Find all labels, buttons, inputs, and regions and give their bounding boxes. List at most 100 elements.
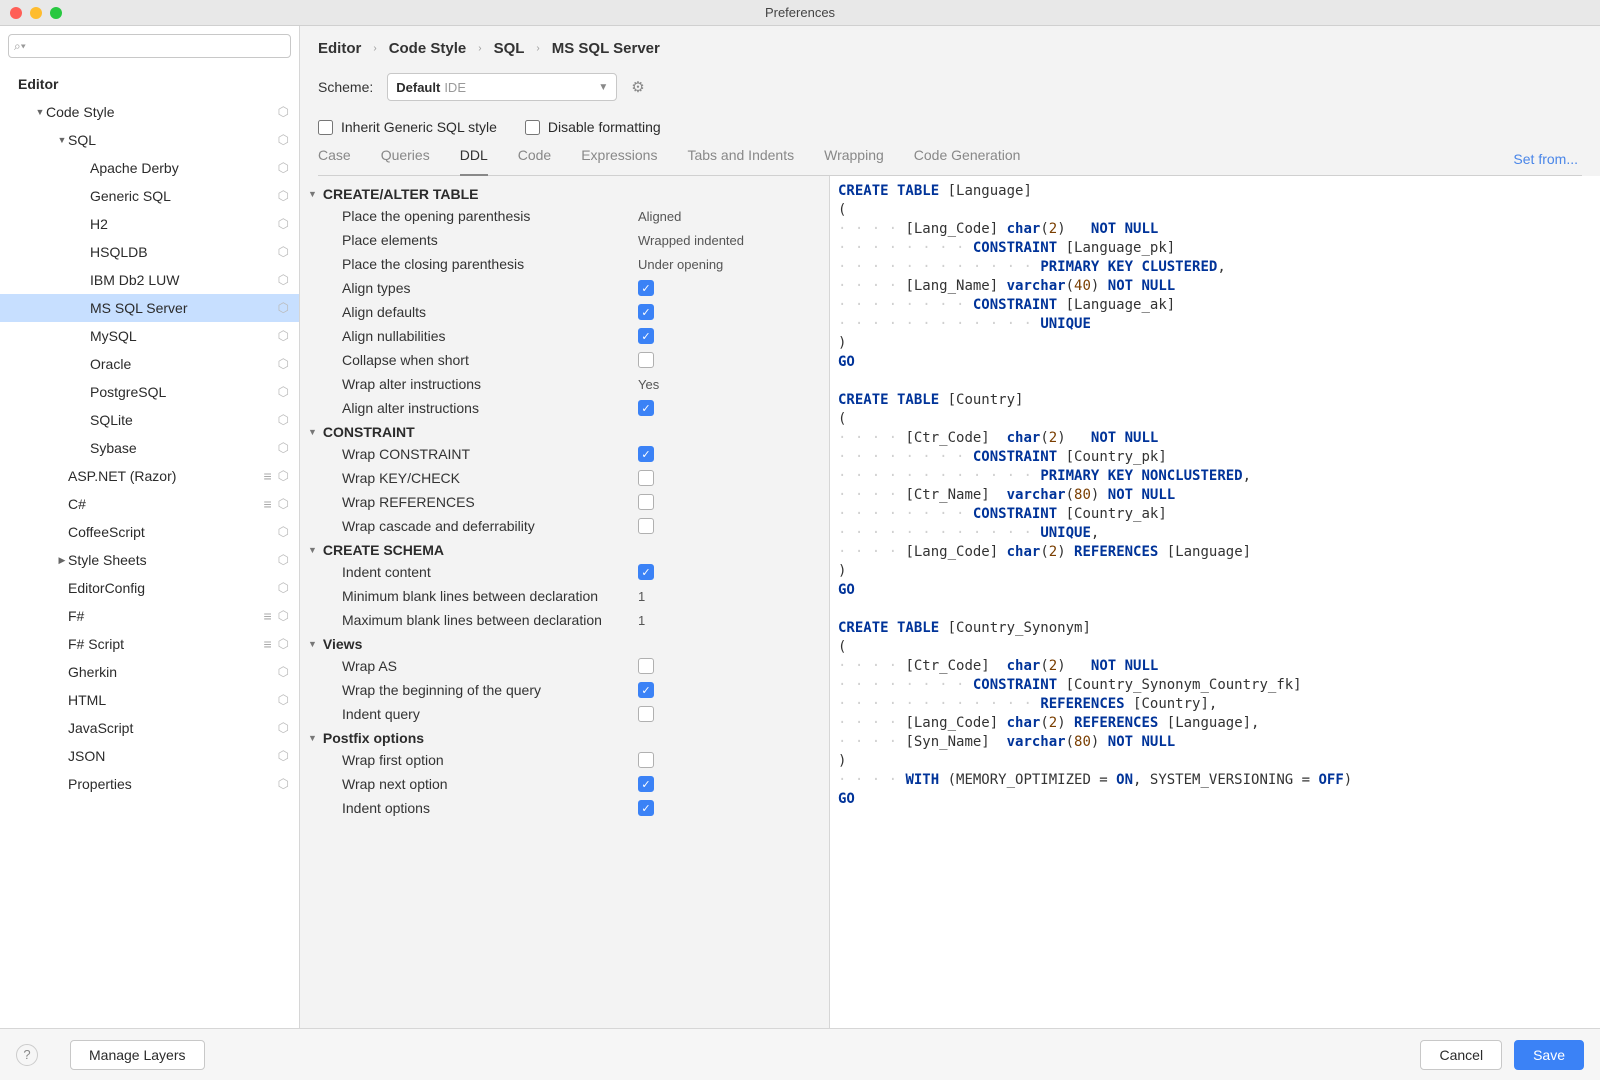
inherit-checkbox[interactable]: Inherit Generic SQL style <box>318 119 497 135</box>
gear-icon[interactable]: ⚙ <box>631 78 644 96</box>
checkbox[interactable]: ✓ <box>638 328 654 344</box>
tree-item[interactable]: CoffeeScript⬡ <box>0 518 299 546</box>
tab[interactable]: Case <box>318 147 351 169</box>
tree-item[interactable]: F#≡⬡ <box>0 602 299 630</box>
tree-item[interactable]: MySQL⬡ <box>0 322 299 350</box>
setting-row[interactable]: Wrap next option✓ <box>308 772 817 796</box>
tab[interactable]: DDL <box>460 147 488 176</box>
setting-value[interactable]: Aligned <box>638 209 681 224</box>
tree-item[interactable]: Sybase⬡ <box>0 434 299 462</box>
search-input[interactable] <box>8 34 291 58</box>
close-icon[interactable] <box>10 7 22 19</box>
checkbox[interactable]: ✓ <box>638 800 654 816</box>
tree-item[interactable]: Generic SQL⬡ <box>0 182 299 210</box>
checkbox[interactable] <box>638 658 654 674</box>
set-from-link[interactable]: Set from... <box>1513 151 1578 167</box>
checkbox[interactable]: ✓ <box>638 446 654 462</box>
checkbox[interactable] <box>638 352 654 368</box>
tree-item[interactable]: ASP.NET (Razor)≡⬡ <box>0 462 299 490</box>
checkbox[interactable] <box>638 752 654 768</box>
tree-item[interactable]: Gherkin⬡ <box>0 658 299 686</box>
window-title: Preferences <box>765 5 835 20</box>
tree-item[interactable]: F# Script≡⬡ <box>0 630 299 658</box>
tree-item[interactable]: EditorConfig⬡ <box>0 574 299 602</box>
disclosure-triangle-icon: ▼ <box>308 545 317 555</box>
tree-item[interactable]: HTML⬡ <box>0 686 299 714</box>
checkbox[interactable] <box>638 494 654 510</box>
tree-item[interactable]: H2⬡ <box>0 210 299 238</box>
setting-row[interactable]: Wrap first option <box>308 748 817 772</box>
tab[interactable]: Expressions <box>581 147 657 169</box>
checkbox[interactable] <box>638 470 654 486</box>
scheme-select[interactable]: Default IDE ▼ <box>387 73 617 101</box>
setting-row[interactable]: Place the closing parenthesisUnder openi… <box>308 252 817 276</box>
tab[interactable]: Wrapping <box>824 147 884 169</box>
setting-row[interactable]: Indent content✓ <box>308 560 817 584</box>
setting-row[interactable]: Indent options✓ <box>308 796 817 820</box>
setting-value[interactable]: 1 <box>638 613 645 628</box>
settings-group-header[interactable]: ▼CONSTRAINT <box>308 424 817 440</box>
checkbox[interactable] <box>638 518 654 534</box>
tree-item[interactable]: ▼SQL⬡ <box>0 126 299 154</box>
setting-value[interactable]: Yes <box>638 377 659 392</box>
setting-row[interactable]: Align defaults✓ <box>308 300 817 324</box>
setting-row[interactable]: Place the opening parenthesisAligned <box>308 204 817 228</box>
checkbox[interactable]: ✓ <box>638 564 654 580</box>
setting-row[interactable]: Wrap alter instructionsYes <box>308 372 817 396</box>
titlebar: Preferences <box>0 0 1600 26</box>
tab[interactable]: Tabs and Indents <box>687 147 794 169</box>
tree-item[interactable]: ▶Style Sheets⬡ <box>0 546 299 574</box>
setting-row[interactable]: Collapse when short <box>308 348 817 372</box>
setting-value[interactable]: 1 <box>638 589 645 604</box>
tab[interactable]: Code <box>518 147 551 169</box>
setting-row[interactable]: Align alter instructions✓ <box>308 396 817 420</box>
setting-row[interactable]: Align types✓ <box>308 276 817 300</box>
settings-group-header[interactable]: ▼CREATE/ALTER TABLE <box>308 186 817 202</box>
tree-item[interactable]: JavaScript⬡ <box>0 714 299 742</box>
tree-item[interactable]: IBM Db2 LUW⬡ <box>0 266 299 294</box>
disable-formatting-checkbox[interactable]: Disable formatting <box>525 119 661 135</box>
maximize-icon[interactable] <box>50 7 62 19</box>
checkbox[interactable]: ✓ <box>638 682 654 698</box>
setting-row[interactable]: Place elementsWrapped indented <box>308 228 817 252</box>
tree-item[interactable]: JSON⬡ <box>0 742 299 770</box>
setting-row[interactable]: Wrap the beginning of the query✓ <box>308 678 817 702</box>
checkbox[interactable]: ✓ <box>638 400 654 416</box>
tree-item[interactable]: Oracle⬡ <box>0 350 299 378</box>
tree-item[interactable]: MS SQL Server⬡ <box>0 294 299 322</box>
checkbox[interactable]: ✓ <box>638 776 654 792</box>
minimize-icon[interactable] <box>30 7 42 19</box>
tree-item[interactable]: Properties⬡ <box>0 770 299 798</box>
setting-row[interactable]: Align nullabilities✓ <box>308 324 817 348</box>
settings-group-header[interactable]: ▼CREATE SCHEMA <box>308 542 817 558</box>
setting-row[interactable]: Wrap CONSTRAINT✓ <box>308 442 817 466</box>
cancel-button[interactable]: Cancel <box>1420 1040 1502 1070</box>
setting-row[interactable]: Maximum blank lines between declaration1 <box>308 608 817 632</box>
setting-row[interactable]: Wrap REFERENCES <box>308 490 817 514</box>
setting-row[interactable]: Wrap cascade and deferrability <box>308 514 817 538</box>
setting-row[interactable]: Wrap KEY/CHECK <box>308 466 817 490</box>
tree-item[interactable]: Apache Derby⬡ <box>0 154 299 182</box>
manage-layers-button[interactable]: Manage Layers <box>70 1040 205 1070</box>
help-icon[interactable]: ? <box>16 1044 38 1066</box>
checkbox[interactable] <box>638 706 654 722</box>
main-panel: Editor›Code Style›SQL›MS SQL Server Sche… <box>300 26 1600 1028</box>
tree-item[interactable]: HSQLDB⬡ <box>0 238 299 266</box>
checkbox[interactable]: ✓ <box>638 280 654 296</box>
setting-row[interactable]: Wrap AS <box>308 654 817 678</box>
tree-item-editor[interactable]: Editor <box>0 70 299 98</box>
save-button[interactable]: Save <box>1514 1040 1584 1070</box>
tree-item[interactable]: SQLite⬡ <box>0 406 299 434</box>
tree-item[interactable]: C#≡⬡ <box>0 490 299 518</box>
setting-row[interactable]: Minimum blank lines between declaration1 <box>308 584 817 608</box>
setting-value[interactable]: Wrapped indented <box>638 233 744 248</box>
tab[interactable]: Code Generation <box>914 147 1021 169</box>
setting-row[interactable]: Indent query <box>308 702 817 726</box>
setting-value[interactable]: Under opening <box>638 257 723 272</box>
tab[interactable]: Queries <box>381 147 430 169</box>
tree-item[interactable]: ▼Code Style⬡ <box>0 98 299 126</box>
checkbox[interactable]: ✓ <box>638 304 654 320</box>
settings-group-header[interactable]: ▼Views <box>308 636 817 652</box>
tree-item[interactable]: PostgreSQL⬡ <box>0 378 299 406</box>
settings-group-header[interactable]: ▼Postfix options <box>308 730 817 746</box>
